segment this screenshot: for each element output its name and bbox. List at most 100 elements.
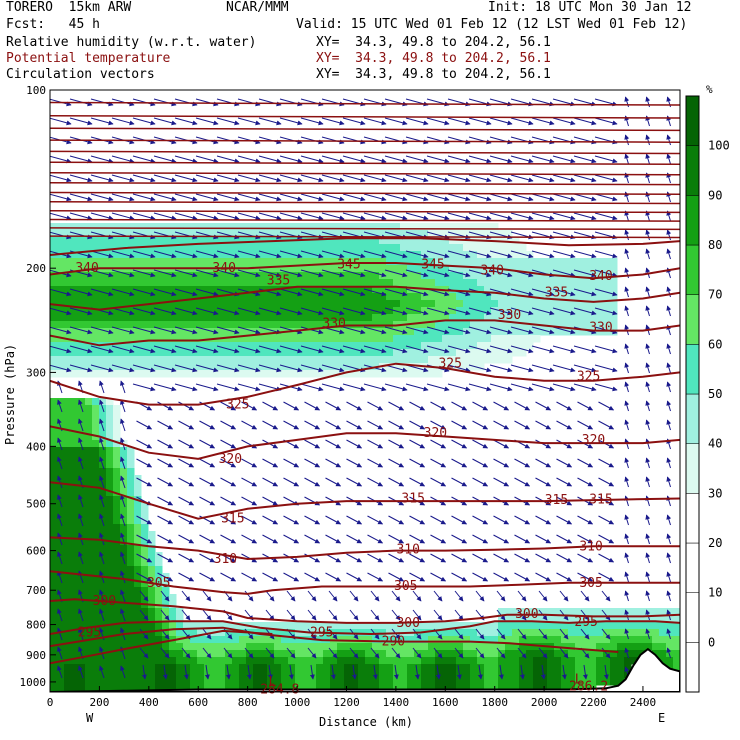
rh-cell xyxy=(197,244,205,252)
vector xyxy=(321,193,345,202)
rh-cell xyxy=(71,531,79,539)
rh-cell xyxy=(568,314,576,322)
rh-cell xyxy=(113,454,121,462)
vector xyxy=(346,553,363,563)
x-endpoint-east: E xyxy=(658,711,665,725)
rh-cell xyxy=(575,279,583,287)
rh-cell xyxy=(92,237,100,245)
vector xyxy=(367,553,384,563)
rh-cell xyxy=(568,279,576,287)
colorbar-bin xyxy=(685,592,700,643)
rh-cell xyxy=(498,356,506,364)
rh-cell xyxy=(106,559,114,567)
vector xyxy=(367,572,384,582)
rh-cell xyxy=(295,335,303,343)
vector xyxy=(510,383,534,392)
rh-cell xyxy=(134,370,142,378)
rh-cell xyxy=(50,524,58,532)
rh-cell xyxy=(659,629,667,637)
vector xyxy=(195,212,219,221)
vector xyxy=(99,380,105,394)
rh-cell xyxy=(127,671,135,679)
rh-cell xyxy=(372,664,380,672)
rh-cell xyxy=(64,461,72,469)
rh-cell xyxy=(442,650,450,658)
rh-cell xyxy=(267,314,275,322)
vector xyxy=(283,477,300,487)
rh-cell xyxy=(575,258,583,266)
rh-cell xyxy=(337,300,345,308)
rh-cell xyxy=(456,643,464,651)
vector xyxy=(325,458,342,468)
theta-label: 305 xyxy=(394,579,417,594)
vector xyxy=(531,174,555,183)
rh-cell xyxy=(64,356,72,364)
vector xyxy=(666,134,672,146)
rh-cell xyxy=(533,657,541,665)
vector xyxy=(286,590,296,602)
vector xyxy=(594,212,618,221)
rh-cell xyxy=(113,433,121,441)
rh-cell xyxy=(64,517,72,525)
rh-cell xyxy=(547,671,555,679)
vector xyxy=(430,515,447,525)
rh-cell xyxy=(64,489,72,497)
rh-cell xyxy=(155,594,163,602)
vector xyxy=(388,439,405,449)
vector xyxy=(279,174,303,183)
rh-cell xyxy=(393,657,401,665)
rh-cell xyxy=(575,657,583,665)
rh-cell xyxy=(120,447,128,455)
rh-cell xyxy=(183,279,191,287)
rh-cell xyxy=(113,510,121,518)
rh-cell xyxy=(386,678,394,686)
vector xyxy=(624,381,630,393)
vector xyxy=(388,477,405,487)
rh-cell xyxy=(589,664,597,672)
rh-cell xyxy=(64,398,72,406)
vector xyxy=(111,174,135,183)
vector xyxy=(384,117,408,126)
rh-cell xyxy=(288,356,296,364)
vector xyxy=(598,420,615,430)
vector xyxy=(262,572,279,582)
rh-cell xyxy=(50,559,58,567)
vector xyxy=(493,572,510,582)
rh-cell xyxy=(113,461,121,469)
rh-cell xyxy=(477,335,485,343)
rh-cell xyxy=(407,657,415,665)
rh-cell xyxy=(617,643,625,651)
vector xyxy=(300,136,324,145)
rh-cell xyxy=(57,314,65,322)
rh-cell xyxy=(190,251,198,259)
rh-cell xyxy=(295,356,303,364)
rh-cell xyxy=(134,489,142,497)
colorbar-bin xyxy=(685,195,700,246)
vector xyxy=(283,401,300,411)
rh-cell xyxy=(50,356,58,364)
rh-cell xyxy=(603,664,611,672)
theta-label: 290 xyxy=(382,635,405,650)
rh-cell xyxy=(351,300,359,308)
theta-label: 315 xyxy=(589,493,612,508)
rh-cell xyxy=(127,587,135,595)
colorbar-label: 60 xyxy=(708,337,722,351)
vector xyxy=(342,174,366,183)
rh-cell xyxy=(442,678,450,686)
vector xyxy=(50,155,72,164)
rh-cell xyxy=(204,244,212,252)
rh-cell xyxy=(106,300,114,308)
rh-cell xyxy=(330,335,338,343)
rh-cell xyxy=(505,244,513,252)
rh-cell xyxy=(99,510,107,518)
rh-cell xyxy=(85,412,93,420)
rh-cell xyxy=(428,314,436,322)
rh-cell xyxy=(176,272,184,280)
vector xyxy=(132,193,156,202)
vector xyxy=(573,117,597,126)
vector xyxy=(157,458,174,468)
rh-cell xyxy=(477,678,485,686)
rh-cell xyxy=(393,258,401,266)
rh-cell xyxy=(309,643,317,651)
rh-cell xyxy=(638,629,646,637)
